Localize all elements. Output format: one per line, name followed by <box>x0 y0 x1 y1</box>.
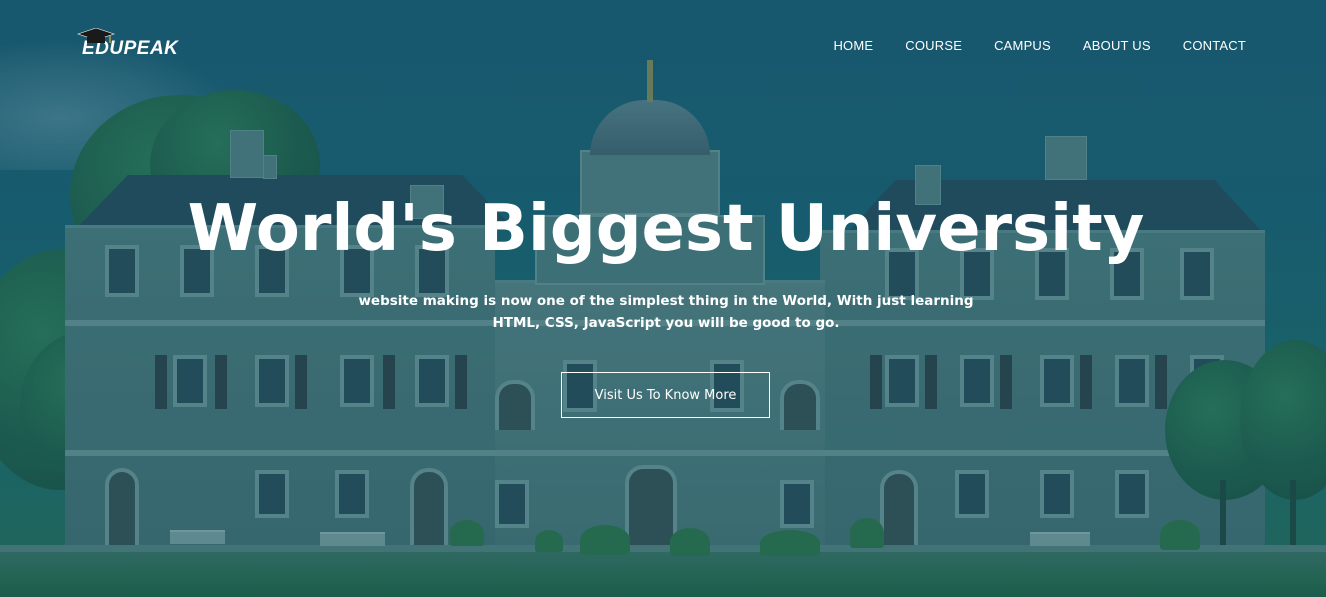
hero-subtitle: website making is now one of the simples… <box>358 293 974 331</box>
nav-item-contact[interactable]: CONTACT <box>1151 38 1246 53</box>
top-navbar: EDUPEAK HOME COURSE CAMPUS ABOUT US CONT… <box>0 0 1326 90</box>
main-menu: HOME COURSE CAMPUS ABOUT US CONTACT <box>801 38 1246 53</box>
hero-title: World's Biggest University <box>187 192 1145 266</box>
brand-logo[interactable]: EDUPEAK <box>74 28 178 60</box>
hero-section: EDUPEAK HOME COURSE CAMPUS ABOUT US CONT… <box>0 0 1326 597</box>
nav-item-course[interactable]: COURSE <box>873 38 962 53</box>
nav-item-home[interactable]: HOME <box>801 38 873 53</box>
nav-item-about-us[interactable]: ABOUT US <box>1051 38 1151 53</box>
nav-item-campus[interactable]: CAMPUS <box>962 38 1051 53</box>
visit-us-button[interactable]: Visit Us To Know More <box>561 372 770 418</box>
graduation-cap-icon <box>77 28 115 43</box>
